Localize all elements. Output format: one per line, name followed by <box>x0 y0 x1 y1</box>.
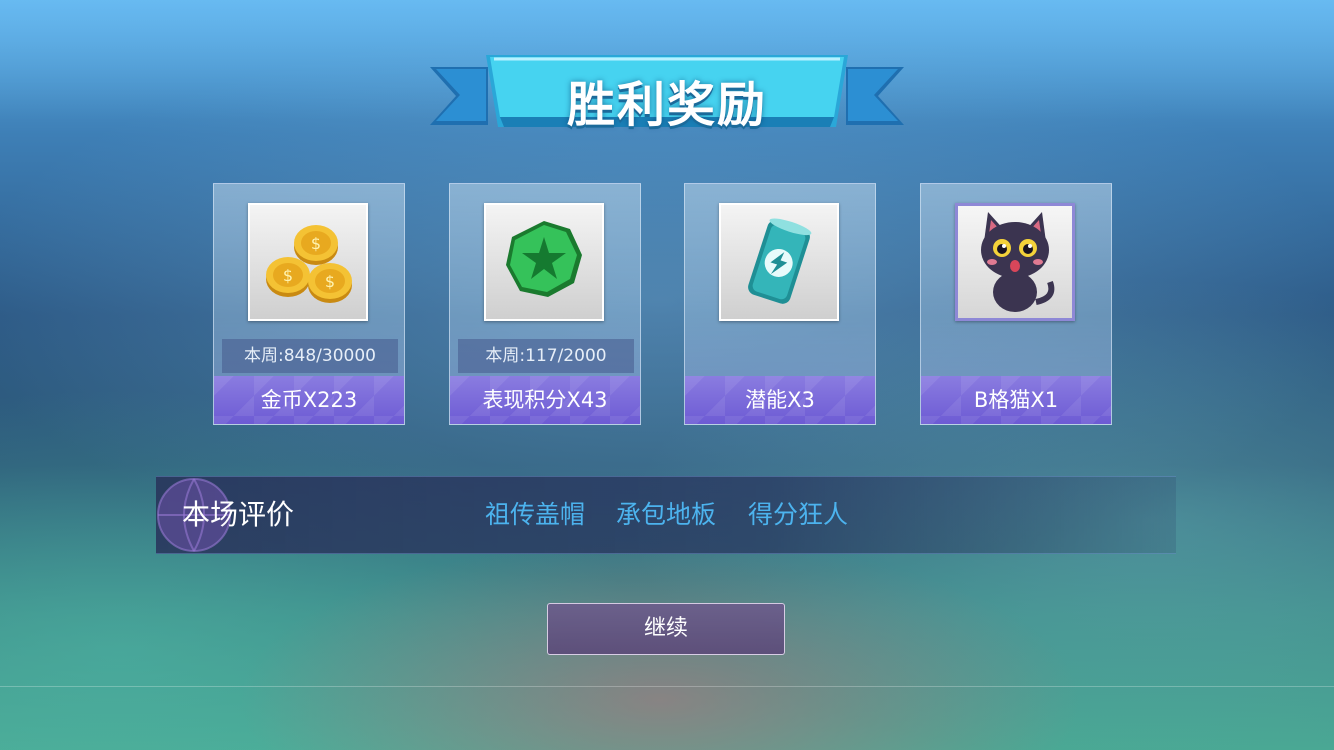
svg-text:$: $ <box>283 266 293 285</box>
evaluation-tag: 祖传盖帽 <box>485 500 586 529</box>
weekly-progress: 本周:848/30000 <box>222 339 398 373</box>
black-cat-icon <box>981 212 1055 312</box>
reward-label-text: B格猫X1 <box>973 388 1059 412</box>
green-star-badge-icon <box>506 221 582 297</box>
gold-coins-icon: $ $ $ <box>266 225 352 303</box>
weekly-progress: 本周:117/2000 <box>458 339 634 373</box>
match-evaluation-bar: 本场评价 祖传盖帽 承包地板 得分狂人 <box>156 476 1176 554</box>
reward-card-points: 本周:117/2000 表现积分X43 <box>449 183 641 425</box>
icon-frame: $ $ $ <box>248 203 368 321</box>
reward-card-energy: 潜能X3 <box>684 183 876 425</box>
icon-frame <box>484 203 604 321</box>
icon-frame <box>955 203 1075 321</box>
reward-label-text: 金币X223 <box>260 388 358 412</box>
svg-text:$: $ <box>325 272 335 291</box>
svg-text:$: $ <box>311 234 321 253</box>
icon-frame <box>719 203 839 321</box>
reward-label: 潜能X3 <box>685 376 875 424</box>
banner-title: 胜利奖励 <box>566 77 767 133</box>
reward-label: 金币X223 <box>214 376 404 424</box>
reward-card-coins: $ $ $ 本周:848/30000 金币X223 <box>213 183 405 425</box>
reward-label-text: 潜能X3 <box>745 388 815 412</box>
evaluation-title: 本场评价 <box>182 498 295 531</box>
divider <box>0 686 1334 687</box>
reward-label-text: 表现积分X43 <box>482 388 608 412</box>
reward-card-cat: B格猫X1 <box>920 183 1112 425</box>
victory-banner: 胜利奖励 <box>430 55 904 135</box>
continue-button[interactable]: 继续 <box>547 603 785 655</box>
energy-can-icon <box>748 218 812 304</box>
evaluation-tag: 承包地板 <box>616 500 717 529</box>
reward-label: B格猫X1 <box>921 376 1111 424</box>
evaluation-tag: 得分狂人 <box>748 500 849 529</box>
reward-label: 表现积分X43 <box>450 376 640 424</box>
